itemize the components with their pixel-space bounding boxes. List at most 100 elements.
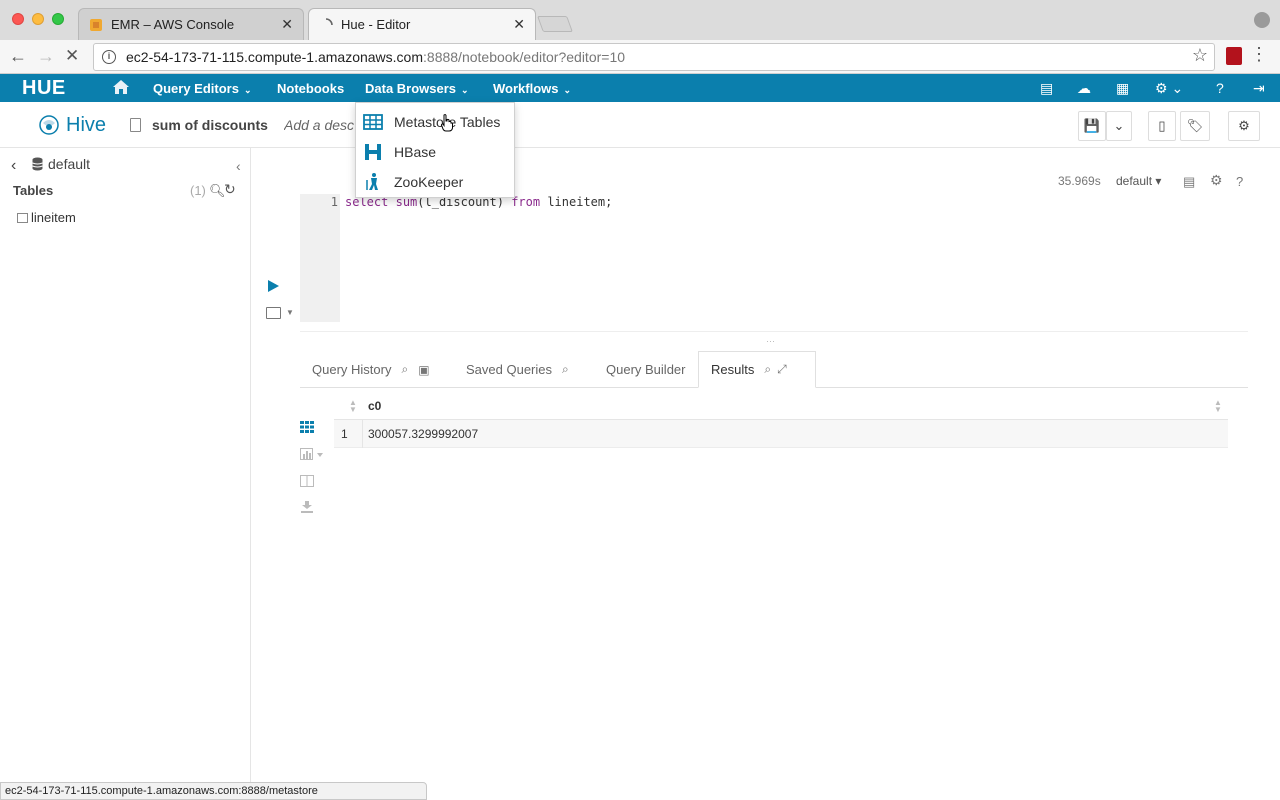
help-icon[interactable]: ? <box>1236 174 1243 189</box>
menu-item-zookeeper[interactable]: ZooKeeper <box>356 167 514 197</box>
execution-time: 35.969s <box>1058 174 1101 188</box>
tags-button[interactable]: 🏷 <box>1180 111 1210 141</box>
database-select[interactable]: default ▾ <box>1116 174 1161 188</box>
maximize-window-button[interactable] <box>52 13 64 25</box>
save-button[interactable]: 💾 <box>1078 111 1106 141</box>
editor-header: Hive sum of discounts Add a description.… <box>0 102 1280 148</box>
result-tabs: Query History ⌕ ▣ Saved Queries ⌕ Query … <box>300 351 1248 388</box>
profile-icon[interactable] <box>1254 12 1270 28</box>
documents-icon[interactable]: ▤ <box>1040 80 1053 97</box>
hue-navbar: HUE Query Editors ⌄ Notebooks Data Browse… <box>0 74 1280 102</box>
aws-favicon-icon <box>90 18 102 31</box>
stop-loading-icon[interactable]: ✕ <box>65 46 79 66</box>
menu-item-label: HBase <box>394 144 437 160</box>
grid-view-icon[interactable] <box>300 421 314 433</box>
close-tab-icon[interactable]: ✕ <box>513 16 525 33</box>
browser-tab-emr[interactable]: EMR – AWS Console ✕ <box>78 8 304 40</box>
nav-workflows[interactable]: Workflows ⌄ <box>493 81 571 96</box>
grid-header: ▲ ▼ c0 ▲ ▼ <box>334 392 1228 420</box>
nav-query-editors[interactable]: Query Editors ⌄ <box>153 81 252 96</box>
gear-icon[interactable]: ⚙ <box>1210 172 1223 189</box>
calendar-icon[interactable]: ▣ <box>418 363 429 377</box>
tab-title: EMR – AWS Console <box>111 17 235 32</box>
logout-icon[interactable]: ⇥ <box>1253 80 1265 97</box>
hue-logo[interactable]: HUE <box>22 77 66 100</box>
query-name[interactable]: sum of discounts <box>152 117 268 133</box>
menu-item-hbase[interactable]: HBase <box>356 137 514 167</box>
tab-query-history[interactable]: Query History ⌕ ▣ <box>312 351 430 388</box>
menu-item-metastore-tables[interactable]: Metastore Tables <box>356 107 514 137</box>
save-options-button[interactable]: ⌄ <box>1106 111 1132 141</box>
nav-notebooks[interactable]: Notebooks <box>277 81 344 96</box>
cloud-icon[interactable]: ☁ <box>1077 80 1091 97</box>
database-name[interactable]: default <box>48 156 90 172</box>
sort-icon[interactable]: ▲ ▼ <box>349 399 357 414</box>
loading-spinner-icon <box>325 17 333 25</box>
download-icon[interactable] <box>300 501 314 513</box>
forward-arrow-icon[interactable]: → <box>37 46 55 67</box>
back-chevron-icon[interactable]: ‹ <box>11 157 16 175</box>
minimize-window-button[interactable] <box>32 13 44 25</box>
close-tab-icon[interactable]: ✕ <box>281 16 293 33</box>
document-icon[interactable]: ▤ <box>1183 174 1195 190</box>
book-icon[interactable] <box>266 307 281 319</box>
sort-icon[interactable]: ▲ ▼ <box>1214 399 1222 414</box>
chart-view-icon[interactable] <box>300 448 324 460</box>
chevron-down-icon: ⌄ <box>1113 118 1125 133</box>
table-icon[interactable]: ▦ <box>1116 80 1129 97</box>
admin-gears-icon[interactable]: ⚙ ⌄ <box>1155 80 1183 97</box>
tables-heading: Tables <box>13 183 54 198</box>
browser-toolbar: ← → ✕ i ec2-54-173-71-115.compute-1.amaz… <box>0 40 1280 74</box>
url-text: ec2-54-173-71-115.compute-1.amazonaws.co… <box>126 49 626 65</box>
table-item-lineitem[interactable]: lineitem <box>31 210 76 225</box>
columns-view-icon[interactable] <box>300 475 314 487</box>
tab-saved-queries[interactable]: Saved Queries ⌕ <box>466 351 569 388</box>
expand-icon[interactable]: ⤢ <box>777 362 787 377</box>
table-grid-icon <box>363 114 383 130</box>
browser-tab-bar: EMR – AWS Console ✕ Hue - Editor ✕ <box>0 0 1280 40</box>
data-browsers-menu: Metastore Tables HBase ZooKeeper <box>355 102 515 198</box>
run-query-button[interactable] <box>268 280 279 292</box>
line-gutter: 1 <box>300 194 340 322</box>
query-editor[interactable]: 1 select sum(l_discount) from lineitem; <box>300 194 1248 322</box>
editor-type-title: Hive <box>66 114 107 136</box>
search-icon[interactable]: ⌕ <box>562 362 569 377</box>
bookmark-star-icon[interactable]: ☆ <box>1192 45 1208 66</box>
cogs-icon: ⚙ <box>1238 118 1250 133</box>
chevron-down-icon[interactable]: ▼ <box>286 308 294 317</box>
new-tab-button[interactable] <box>537 16 573 32</box>
resize-handle[interactable]: ⋯ <box>766 336 776 347</box>
row-number: 1 <box>334 420 363 448</box>
chevron-down-icon: ⌄ <box>461 85 469 95</box>
zookeeper-icon <box>366 173 378 190</box>
refresh-icon[interactable]: ↻ <box>224 181 236 198</box>
search-icon[interactable]: ⌕ <box>401 362 408 377</box>
tab-results[interactable]: Results ⌕ ⤢ <box>698 351 816 388</box>
nav-data-browsers[interactable]: Data Browsers ⌄ <box>365 81 469 96</box>
browser-menu-icon[interactable]: ⋮ <box>1250 44 1268 65</box>
save-icon: 💾 <box>1083 118 1101 133</box>
table-cell[interactable]: 300057.3299992007 <box>368 427 478 441</box>
address-bar[interactable]: i ec2-54-173-71-115.compute-1.amazonaws.… <box>93 43 1215 71</box>
settings-button[interactable]: ⚙ <box>1228 111 1260 141</box>
table-row: 1 300057.3299992007 <box>334 420 1228 448</box>
hive-bee-icon <box>39 115 59 135</box>
database-icon <box>32 157 43 171</box>
search-icon[interactable]: ⌕ <box>764 362 771 377</box>
mouse-hand-cursor-icon <box>441 114 453 132</box>
tab-label: Results <box>711 362 755 377</box>
help-icon[interactable]: ? <box>1216 80 1224 96</box>
new-document-button[interactable]: ▯ <box>1148 111 1176 141</box>
column-header[interactable]: c0 <box>368 399 381 413</box>
collapse-panel-icon[interactable]: ‹ <box>236 158 241 174</box>
browser-tab-hue[interactable]: Hue - Editor ✕ <box>308 8 536 40</box>
home-icon[interactable] <box>112 79 130 95</box>
new-file-icon: ▯ <box>1158 118 1166 133</box>
info-icon[interactable]: i <box>102 50 116 64</box>
tab-query-builder[interactable]: Query Builder <box>606 351 685 388</box>
query-description[interactable]: Add a description... <box>284 117 354 133</box>
document-icon <box>130 118 141 132</box>
pdf-extension-icon[interactable] <box>1226 47 1242 65</box>
close-window-button[interactable] <box>12 13 24 25</box>
back-arrow-icon[interactable]: ← <box>9 46 27 67</box>
